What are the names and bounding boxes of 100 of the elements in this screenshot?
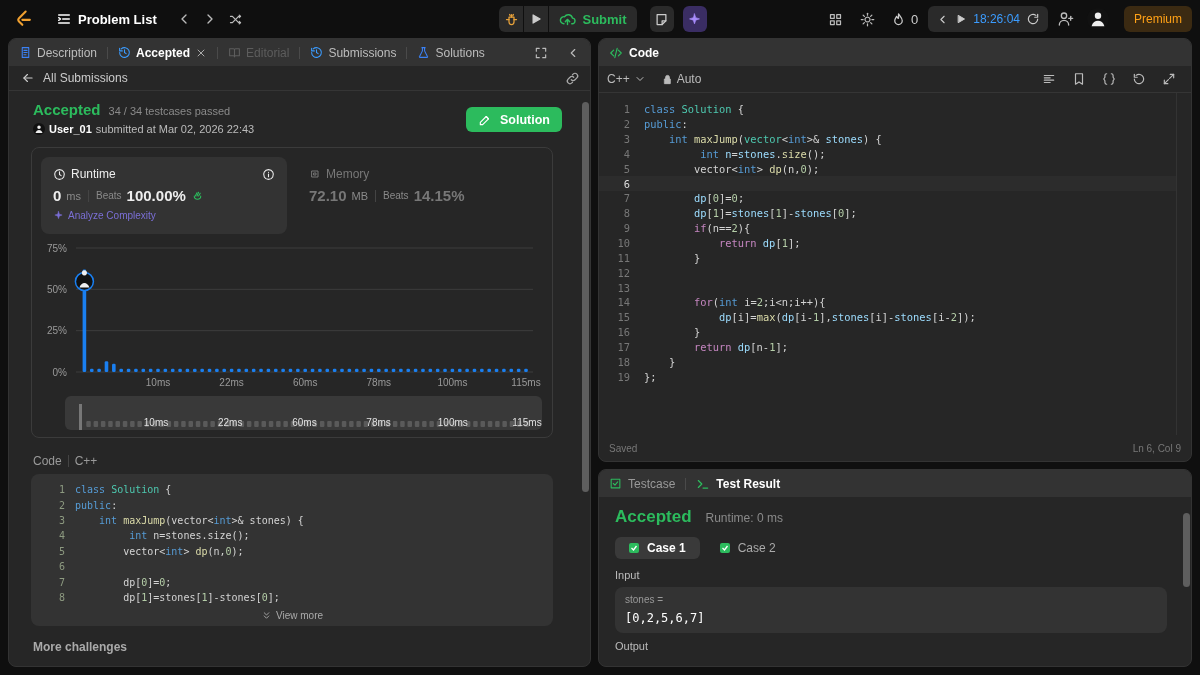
axis-label: 10ms [143,417,169,428]
range-navigator[interactable]: 10ms 22ms 60ms 78ms 100ms 115ms [65,396,542,430]
back-arrow-icon [21,71,35,85]
input-label: Input [615,569,641,582]
code-line: } [693,326,701,339]
sparkle-icon [53,210,64,221]
scrollbar[interactable] [1182,513,1190,587]
code-line: dp[1]=stones[1]-stones[0]; [693,207,857,220]
line-number: 12 [616,266,630,279]
line-number: 3 [57,514,65,526]
checkbox-icon [609,477,622,490]
lock-icon [661,73,673,85]
input-value: [0,2,5,6,7] [625,611,706,625]
code-line: class Solution { [75,484,172,496]
axis-label: 22ms [219,377,244,388]
axis-label: 100ms [437,417,468,428]
shuffle-icon [228,11,244,27]
link-icon[interactable] [565,70,580,86]
check-icon [629,543,639,553]
stat-card[interactable]: Memory 72.10 MB Beats 14.15% [297,157,543,234]
code-icon [609,45,623,60]
problem-list-button[interactable]: Problem List [56,11,157,27]
undo-icon [1132,72,1146,86]
stat-title: Memory [326,167,370,181]
note-icon [654,11,670,27]
line-number: 8 [57,591,65,603]
code-line: }; [644,370,657,383]
line-number: 6 [57,561,65,573]
code-line: return dp[1]; [718,237,801,249]
tab-icon [118,46,132,59]
axis-label: 78ms [366,417,391,428]
case-tab[interactable]: Case 1 [615,537,700,559]
axis-label: 60ms [292,377,318,388]
tab-icon [19,46,32,59]
code-line: } [668,355,676,368]
panel-tab[interactable]: Accepted [118,45,208,60]
premium-button[interactable]: Premium [1124,6,1192,32]
submit-button[interactable]: Submit [549,6,637,32]
avatar-marker[interactable] [74,270,95,292]
result-status: Accepted [615,507,692,527]
language-dropdown[interactable]: C++ [607,72,646,86]
back-link[interactable]: All Submissions [21,71,128,85]
code-line: dp[0]=0; [693,192,745,205]
timer-text: 18:26:04 [973,12,1020,26]
tab-icon [310,46,324,59]
mode-label[interactable]: Auto [676,72,702,86]
line-number: 2 [57,499,65,511]
beats-label: Beats [383,190,409,201]
axis-label: 60ms [292,417,317,428]
username[interactable]: User_01 [49,123,92,135]
stat-value: 0 [53,187,62,204]
axis-label: 0% [52,366,67,378]
notes-button[interactable] [649,6,674,32]
run-button[interactable] [524,6,549,32]
lines-icon [1042,72,1056,86]
code-label: Code [33,454,62,468]
submitted-text: submitted at Mar 02, 2026 22:43 [95,123,255,135]
line-number: 1 [622,103,630,116]
case-tab[interactable]: Case 2 [705,537,790,559]
code-line: class Solution { [644,103,745,116]
panel-tab[interactable]: Test Result [696,476,781,491]
testcases-text: 34 / 34 testcases passed [108,105,231,117]
line-number: 7 [622,192,630,205]
panel-tab[interactable]: Submissions [310,45,397,60]
logo-icon[interactable] [14,9,34,29]
bug-icon [503,11,519,27]
output-label: Output [615,640,650,653]
axis-label: 22ms [217,417,243,428]
code-line: vector<int> dp(n,0); [693,162,820,175]
stat-card[interactable]: Runtime 0 ms Beats 100.00% Analyze Complexity [41,157,287,234]
line-number: 5 [622,162,630,175]
line-number: 9 [622,222,630,235]
status-text: Accepted [33,101,101,118]
line-number: 16 [616,326,630,339]
panel-tab[interactable]: Testcase [609,476,676,491]
stat-title: Runtime [71,167,116,181]
refresh-icon[interactable] [1026,12,1040,26]
panel-tab[interactable]: Description [19,45,98,60]
play-icon[interactable] [955,13,968,25]
info-icon[interactable] [262,167,275,181]
expand-icon [1162,72,1176,86]
section-heading: More challenges [33,640,129,655]
line-number: 19 [616,370,630,383]
streak-button[interactable]: 0 [885,5,925,33]
debug-button[interactable] [499,6,524,32]
fullscreen-icon[interactable] [534,45,548,60]
grid-icon [827,11,843,27]
ai-button[interactable] [682,6,707,32]
view-more-button[interactable]: View more [260,610,324,622]
axis-label: 25% [47,325,67,337]
code-line: int maxJump(vector<int>& stones) { [668,133,882,146]
line-number: 17 [616,340,630,353]
scrollbar[interactable] [581,102,589,492]
beats-percent: 100.00% [126,187,186,204]
panel-title: Code [629,45,659,60]
line-number: 1 [57,484,65,496]
panel-tab[interactable]: Solutions [417,45,485,60]
bookmark-icon [1072,72,1086,86]
axis-label: 100ms [437,377,468,388]
axis-label: 115ms [511,377,541,388]
